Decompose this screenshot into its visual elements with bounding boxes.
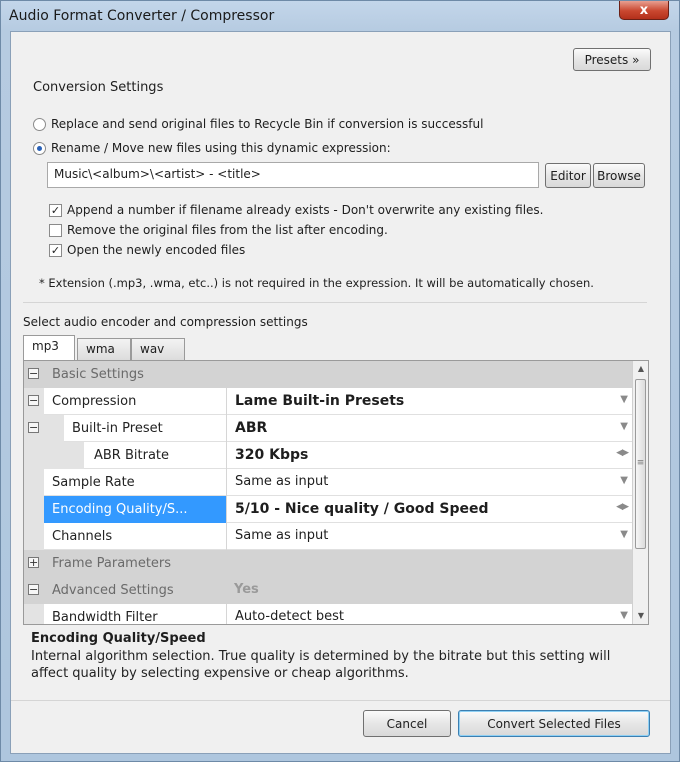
chevron-down-icon[interactable]: ▼ bbox=[620, 529, 628, 540]
replace-radio[interactable] bbox=[33, 118, 46, 131]
open-encoded-label: Open the newly encoded files bbox=[67, 243, 246, 257]
row-value: 5/10 - Nice quality / Good Speed bbox=[235, 501, 489, 517]
row-key: Built-in Preset bbox=[72, 421, 163, 436]
window-frame: Audio Format Converter / Compressor x Pr… bbox=[0, 0, 680, 762]
category-label: Basic Settings bbox=[52, 367, 144, 382]
cancel-button[interactable]: Cancel bbox=[363, 710, 451, 737]
append-number-label: Append a number if filename already exis… bbox=[67, 203, 544, 217]
grid-row-bandwidth-filter[interactable]: Bandwidth Filter Auto-detect best ▼ bbox=[24, 604, 634, 625]
row-gutter bbox=[24, 496, 44, 523]
abr-bitrate-value[interactable]: 320 Kbps ◀▶ bbox=[226, 442, 632, 469]
chevron-down-icon[interactable]: ▼ bbox=[620, 394, 628, 405]
collapse-compression-icon[interactable]: − bbox=[28, 395, 39, 406]
divider bbox=[23, 302, 647, 303]
row-key: Bandwidth Filter bbox=[52, 610, 158, 625]
row-gutter bbox=[24, 442, 84, 469]
row-key: ABR Bitrate bbox=[94, 448, 170, 463]
row-key: Compression bbox=[52, 394, 137, 409]
chevron-down-icon[interactable]: ▼ bbox=[620, 421, 628, 432]
row-gutter bbox=[24, 469, 44, 496]
collapse-advanced-icon[interactable]: − bbox=[28, 584, 39, 595]
row-value: Same as input bbox=[235, 474, 329, 489]
close-button[interactable]: x bbox=[619, 1, 669, 20]
grid-row-builtin-preset[interactable]: − Built-in Preset ABR ▼ bbox=[24, 415, 634, 442]
scroll-thumb[interactable]: ≡ bbox=[635, 379, 646, 549]
spinner-icon[interactable]: ◀▶ bbox=[616, 448, 629, 458]
extension-note: * Extension (.mp3, .wma, etc..) is not r… bbox=[39, 276, 594, 290]
category-advanced-settings[interactable]: − Advanced Settings Yes bbox=[24, 577, 634, 604]
description-panel: Encoding Quality/Speed Internal algorith… bbox=[23, 627, 649, 695]
collapse-preset-icon[interactable]: − bbox=[28, 422, 39, 433]
window-title: Audio Format Converter / Compressor bbox=[9, 8, 275, 24]
channels-value[interactable]: Same as input ▼ bbox=[226, 523, 632, 550]
tab-wav[interactable]: wav bbox=[131, 338, 185, 360]
expression-input[interactable]: Music\<album>\<artist> - <title> bbox=[47, 162, 539, 188]
presets-button[interactable]: Presets » bbox=[573, 48, 651, 71]
category-label: Frame Parameters bbox=[52, 556, 172, 571]
spinner-icon[interactable]: ◀▶ bbox=[616, 502, 629, 512]
row-value: 320 Kbps bbox=[235, 447, 309, 463]
chevron-down-icon[interactable]: ▼ bbox=[620, 475, 628, 486]
builtin-preset-value[interactable]: ABR ▼ bbox=[226, 415, 632, 442]
encoding-quality-value[interactable]: 5/10 - Nice quality / Good Speed ◀▶ bbox=[226, 496, 632, 523]
row-value: Same as input bbox=[235, 528, 329, 543]
compression-value[interactable]: Lame Built-in Presets ▼ bbox=[226, 388, 632, 415]
expand-frame-icon[interactable]: + bbox=[28, 557, 39, 568]
scroll-up-icon[interactable]: ▲ bbox=[633, 361, 648, 377]
convert-selected-files-button[interactable]: Convert Selected Files bbox=[458, 710, 650, 737]
rename-radio-label: Rename / Move new files using this dynam… bbox=[51, 141, 391, 155]
bandwidth-filter-value[interactable]: Auto-detect best ▼ bbox=[226, 604, 632, 624]
footer-divider bbox=[11, 700, 670, 701]
category-label: Advanced Settings bbox=[52, 583, 174, 598]
grid-row-compression[interactable]: − Compression Lame Built-in Presets ▼ bbox=[24, 388, 634, 415]
tab-mp3[interactable]: mp3 bbox=[23, 335, 75, 361]
advanced-settings-value: Yes bbox=[234, 582, 259, 597]
row-key: Channels bbox=[52, 529, 113, 544]
rename-radio[interactable] bbox=[33, 142, 46, 155]
row-value: Auto-detect best bbox=[235, 609, 344, 624]
collapse-basic-icon[interactable]: − bbox=[28, 368, 39, 379]
scroll-down-icon[interactable]: ▼ bbox=[633, 608, 648, 624]
grid-scrollbar[interactable]: ▲ ≡ ▼ bbox=[632, 361, 648, 624]
description-text: Internal algorithm selection. True quali… bbox=[31, 649, 611, 681]
category-basic-settings[interactable]: − Basic Settings bbox=[24, 361, 634, 388]
row-value: Lame Built-in Presets bbox=[235, 393, 405, 409]
grid-row-abr-bitrate[interactable]: ABR Bitrate 320 Kbps ◀▶ bbox=[24, 442, 634, 469]
row-value: ABR bbox=[235, 420, 268, 436]
grid-row-encoding-quality[interactable]: Encoding Quality/S... 5/10 - Nice qualit… bbox=[24, 496, 634, 523]
row-gutter bbox=[24, 523, 44, 550]
editor-button[interactable]: Editor bbox=[545, 163, 591, 188]
remove-original-checkbox[interactable] bbox=[49, 224, 62, 237]
append-number-checkbox[interactable]: ✓ bbox=[49, 204, 62, 217]
grid-row-channels[interactable]: Channels Same as input ▼ bbox=[24, 523, 634, 550]
row-gutter bbox=[24, 604, 44, 624]
tab-wma[interactable]: wma bbox=[77, 338, 131, 360]
browse-button[interactable]: Browse bbox=[593, 163, 645, 188]
open-encoded-checkbox[interactable]: ✓ bbox=[49, 244, 62, 257]
grid-row-sample-rate[interactable]: Sample Rate Same as input ▼ bbox=[24, 469, 634, 496]
row-key-selected: Encoding Quality/S... bbox=[44, 496, 226, 523]
description-title: Encoding Quality/Speed bbox=[31, 631, 206, 646]
row-key: Sample Rate bbox=[52, 475, 135, 490]
conversion-settings-heading: Conversion Settings bbox=[33, 80, 164, 95]
dialog-body: Presets » Conversion Settings Replace an… bbox=[10, 31, 671, 754]
category-frame-parameters[interactable]: + Frame Parameters bbox=[24, 550, 634, 577]
replace-radio-label: Replace and send original files to Recyc… bbox=[51, 117, 484, 131]
encoder-heading: Select audio encoder and compression set… bbox=[23, 315, 308, 329]
sample-rate-value[interactable]: Same as input ▼ bbox=[226, 469, 632, 496]
property-grid: − Basic Settings − Compression Lame Buil… bbox=[23, 360, 649, 625]
chevron-down-icon[interactable]: ▼ bbox=[620, 610, 628, 621]
remove-original-label: Remove the original files from the list … bbox=[67, 223, 388, 237]
